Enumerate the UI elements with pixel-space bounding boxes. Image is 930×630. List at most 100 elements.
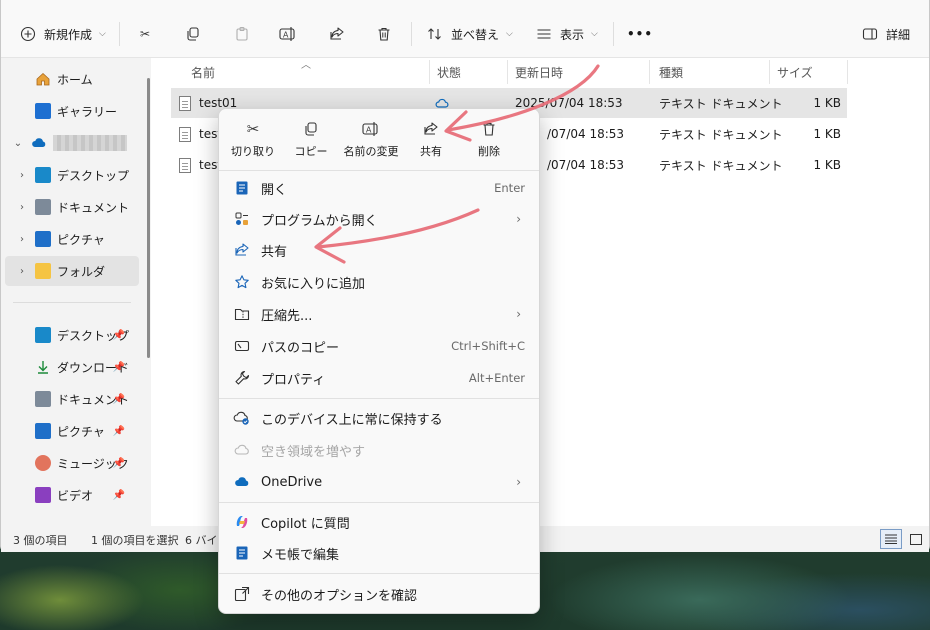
column-header-type[interactable]: 種類 xyxy=(659,58,683,86)
nav-item-desktop[interactable]: › デスクトップ xyxy=(1,160,139,190)
rename-button[interactable]: A xyxy=(279,20,297,48)
cut-button[interactable]: ✂ xyxy=(136,20,154,48)
zip-folder-icon xyxy=(233,305,251,323)
column-header-size[interactable]: サイズ xyxy=(777,58,813,86)
more-options-button[interactable]: ••• xyxy=(627,20,653,48)
delete-quick-action[interactable]: 削除 xyxy=(459,119,519,163)
sort-icon xyxy=(426,25,444,43)
menu-item-onedrive[interactable]: OneDrive › xyxy=(223,467,535,497)
new-button[interactable]: 新規作成 ⌵ xyxy=(19,20,106,48)
copy-path-icon xyxy=(233,337,251,355)
menu-label: 開く xyxy=(261,182,288,198)
menu-item-copy-path[interactable]: パスのコピー Ctrl+Shift+C xyxy=(223,331,535,361)
pin-icon: 📌 xyxy=(112,457,125,469)
menu-label: Copilot に質問 xyxy=(261,516,350,532)
quick-action-label: 削除 xyxy=(478,145,500,158)
toolbar-divider xyxy=(119,22,120,46)
cut-quick-action[interactable]: ✂ 切り取り xyxy=(223,119,283,163)
file-type: テキスト ドキュメント xyxy=(659,127,783,142)
nav-item-pictures[interactable]: › ピクチャ xyxy=(1,224,139,254)
column-header-name[interactable]: 名前 xyxy=(191,58,215,86)
nav-item-onedrive-account[interactable]: ⌄ xyxy=(1,128,139,158)
menu-item-open[interactable]: 開く Enter xyxy=(223,173,535,203)
menu-item-add-favorite[interactable]: お気に入りに追加 xyxy=(223,267,535,297)
rename-quick-action[interactable]: A 名前の変更 xyxy=(341,119,401,163)
menu-item-share[interactable]: 共有 xyxy=(223,235,535,265)
music-icon xyxy=(35,455,51,471)
menu-item-free-space[interactable]: 空き領域を増やす xyxy=(223,435,535,465)
quick-access-music[interactable]: ミュージック 📌 xyxy=(1,448,139,478)
quick-access-documents[interactable]: ドキュメント 📌 xyxy=(1,384,139,414)
menu-label: その他のオプションを確認 xyxy=(261,588,418,604)
chevron-down-icon: ⌵ xyxy=(99,29,106,39)
share-icon xyxy=(423,119,439,139)
chevron-right-icon: › xyxy=(20,265,24,277)
share-icon xyxy=(328,25,346,43)
share-quick-action[interactable]: 共有 xyxy=(401,119,461,163)
file-size: 1 KB xyxy=(813,96,841,110)
delete-button[interactable] xyxy=(375,20,393,48)
svg-text:A: A xyxy=(283,31,289,40)
nav-item-documents[interactable]: › ドキュメント xyxy=(1,192,139,222)
column-divider[interactable] xyxy=(649,60,650,84)
nav-item-folder[interactable]: › フォルダ xyxy=(5,256,139,286)
share-button[interactable] xyxy=(328,20,346,48)
rename-icon: A xyxy=(279,25,297,43)
quick-action-label: 共有 xyxy=(420,145,442,158)
menu-item-open-with[interactable]: プログラムから開く › xyxy=(223,204,535,234)
copy-button[interactable] xyxy=(184,20,202,48)
menu-divider xyxy=(219,502,539,503)
chevron-down-icon: ⌵ xyxy=(506,29,513,39)
menu-label: 空き領域を増やす xyxy=(261,444,366,460)
column-header-modified[interactable]: 更新日時 xyxy=(515,58,563,86)
menu-label: お気に入りに追加 xyxy=(261,276,366,292)
menu-item-compress[interactable]: 圧縮先... › xyxy=(223,299,535,329)
nav-label: デスクトップ xyxy=(57,168,130,183)
nav-label: ギャラリー xyxy=(57,104,118,119)
quick-action-label: 切り取り xyxy=(231,145,275,158)
menu-item-edit-notepad[interactable]: メモ帳で編集 xyxy=(223,538,535,568)
pin-icon: 📌 xyxy=(112,489,125,501)
details-view-icon[interactable] xyxy=(880,529,902,549)
pin-icon: 📌 xyxy=(112,329,125,341)
copy-quick-action[interactable]: コピー xyxy=(281,119,341,163)
copy-icon xyxy=(303,119,319,139)
share-icon xyxy=(233,241,251,259)
quick-access-pictures[interactable]: ピクチャ 📌 xyxy=(1,416,139,446)
cloud-outline-icon xyxy=(233,441,251,459)
sort-button[interactable]: 並べ替え ⌵ xyxy=(426,20,513,48)
menu-divider xyxy=(219,170,539,171)
nav-item-home[interactable]: ホーム xyxy=(1,64,139,94)
menu-item-copilot[interactable]: Copilot に質問 xyxy=(223,507,535,537)
paste-icon xyxy=(233,25,251,43)
documents-icon xyxy=(35,391,51,407)
paste-button[interactable] xyxy=(233,20,251,48)
menu-item-keep-on-device[interactable]: このデバイス上に常に保持する xyxy=(223,403,535,433)
quick-access-videos[interactable]: ビデオ 📌 xyxy=(1,480,139,510)
menu-label: プログラムから開く xyxy=(261,213,378,229)
open-with-icon xyxy=(233,210,251,228)
details-pane-button[interactable]: 詳細 xyxy=(861,20,910,48)
column-header-status[interactable]: 状態 xyxy=(437,58,461,86)
rename-icon: A xyxy=(362,119,380,139)
menu-item-properties[interactable]: プロパティ Alt+Enter xyxy=(223,363,535,393)
menu-item-more-options[interactable]: その他のオプションを確認 xyxy=(223,579,535,609)
column-divider[interactable] xyxy=(429,60,430,84)
quick-access-downloads[interactable]: ダウンロード 📌 xyxy=(1,352,139,382)
tiles-view-icon[interactable] xyxy=(907,529,925,549)
menu-divider xyxy=(219,573,539,574)
nav-item-gallery[interactable]: ギャラリー xyxy=(1,96,139,126)
more-options-icon xyxy=(233,585,251,603)
view-button[interactable]: 表示 ⌵ xyxy=(535,20,598,48)
nav-scrollbar[interactable] xyxy=(147,78,150,358)
details-pane-icon xyxy=(861,25,879,43)
pin-icon: 📌 xyxy=(112,425,125,437)
column-label: 名前 xyxy=(191,65,216,80)
quick-access-desktop[interactable]: デスクトップ 📌 xyxy=(1,320,139,350)
column-divider[interactable] xyxy=(507,60,508,84)
command-bar: 新規作成 ⌵ ✂ A 並べ替え ⌵ 表示 ⌵ ••• 詳細 xyxy=(1,0,929,58)
column-divider[interactable] xyxy=(769,60,770,84)
menu-label: OneDrive xyxy=(261,474,323,490)
file-date: /07/04 18:53 xyxy=(547,158,625,172)
column-divider[interactable] xyxy=(847,60,848,84)
